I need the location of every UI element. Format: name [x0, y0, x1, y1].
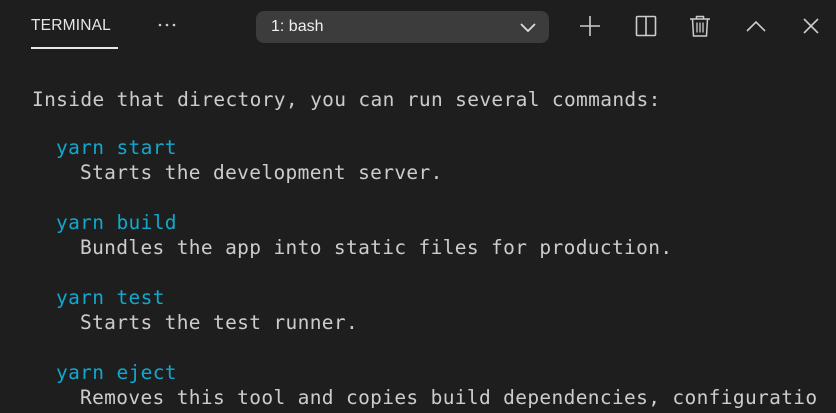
- terminal-command: yarn start: [56, 136, 177, 159]
- trash-icon[interactable]: [687, 13, 713, 39]
- terminal-command: yarn test: [56, 286, 165, 309]
- terminal-command: yarn eject: [56, 361, 177, 384]
- split-icon[interactable]: [633, 13, 659, 39]
- chevron-down-icon: [519, 19, 537, 35]
- panel-header: TERMINAL 1: bash: [0, 0, 836, 52]
- tab-terminal[interactable]: TERMINAL: [31, 17, 111, 35]
- terminal-command: yarn build: [56, 211, 177, 234]
- terminal-line-intro: Inside that directory, you can run sever…: [32, 88, 661, 111]
- chevron-up-icon[interactable]: [743, 13, 769, 39]
- close-icon[interactable]: [798, 13, 824, 39]
- terminal-select[interactable]: 1: bash: [256, 11, 549, 43]
- active-tab-indicator: [31, 47, 118, 49]
- terminal-command-description: Starts the development server.: [80, 161, 443, 184]
- terminal-output[interactable]: Inside that directory, you can run sever…: [0, 52, 836, 413]
- plus-icon[interactable]: [577, 13, 603, 39]
- terminal-panel: TERMINAL 1: bash Inside that directory, …: [0, 0, 836, 413]
- terminal-command-description: Removes this tool and copies build depen…: [80, 386, 818, 409]
- terminal-command-description: Starts the test runner.: [80, 311, 359, 334]
- terminal-command-description: Bundles the app into static files for pr…: [80, 236, 673, 259]
- terminal-select-value: 1: bash: [271, 18, 324, 35]
- ellipsis-icon[interactable]: [155, 13, 179, 37]
